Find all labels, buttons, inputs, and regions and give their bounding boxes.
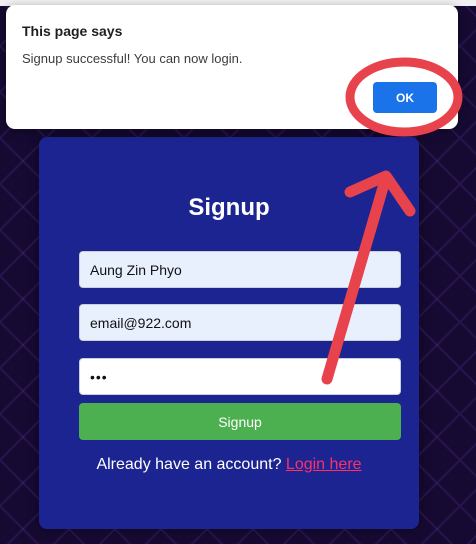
name-field[interactable] [79,251,401,288]
signup-button[interactable]: Signup [79,403,401,440]
email-field[interactable] [79,304,401,341]
signup-card: Signup Signup Already have an account? L… [39,137,419,529]
ok-button[interactable]: OK [373,82,437,113]
dialog-message: Signup successful! You can now login. [22,51,243,66]
login-prompt-text: Already have an account? [96,456,282,473]
login-prompt-line: Already have an account? Login here [39,456,419,474]
login-link[interactable]: Login here [286,456,362,473]
password-field[interactable] [79,358,401,395]
alert-dialog: This page says Signup successful! You ca… [6,5,458,129]
signup-title: Signup [188,194,270,221]
dialog-title: This page says [22,23,123,39]
